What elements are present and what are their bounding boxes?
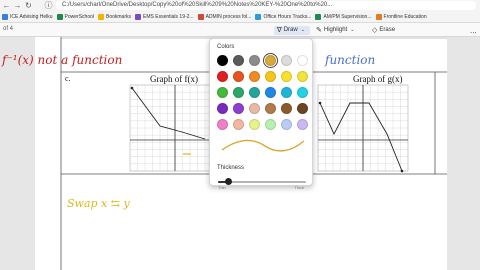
bookmark-item[interactable]: ADMIN process fol... — [197, 13, 252, 20]
bookmark-favicon-icon — [135, 13, 142, 20]
graph-g-title: Graph of g(x) — [353, 74, 403, 84]
thin-label: Thin — [218, 185, 226, 190]
draw-button[interactable]: ∇ Draw ⌄ — [274, 26, 310, 35]
bookmark-item[interactable]: AM/PM Supervision... — [315, 13, 372, 20]
color-swatch[interactable] — [265, 119, 276, 130]
color-swatch[interactable] — [265, 55, 276, 66]
thickness-slider-thumb[interactable] — [225, 178, 233, 185]
color-swatch[interactable] — [281, 119, 292, 130]
file-icon: ⓘ — [44, 1, 53, 10]
bookmark-favicon-icon — [255, 13, 262, 20]
bookmark-label: ADMIN process fol... — [205, 13, 252, 20]
highlight-button[interactable]: ✎ Highlight ⌄ — [316, 26, 356, 35]
color-swatch[interactable] — [281, 87, 292, 98]
color-swatch[interactable] — [217, 87, 228, 98]
color-swatch[interactable] — [233, 103, 244, 114]
page-indicator: of 4 — [3, 26, 14, 32]
bookmark-favicon-icon — [56, 13, 63, 20]
bookmark-favicon-icon — [375, 13, 382, 20]
url-field[interactable]: C:/Users/charl/OneDrive/Desktop/Copy%20o… — [56, 1, 476, 10]
pen-color-picker: Colors Thickness Thin Thick — [209, 38, 313, 190]
stroke-preview — [221, 139, 305, 152]
color-swatch-grid — [217, 55, 309, 130]
cell-label: c. — [65, 74, 71, 83]
back-icon[interactable]: ← — [2, 1, 11, 10]
chevron-down-icon: ⌄ — [350, 27, 355, 33]
graph-f-point — [130, 86, 134, 90]
color-swatch[interactable] — [297, 87, 308, 98]
refresh-icon[interactable]: ↻ — [24, 1, 33, 10]
bookmark-label: Office Hours Tracks... — [263, 13, 312, 20]
bookmark-item[interactable]: EMS Essentials 19-2... — [135, 13, 194, 20]
bookmark-favicon-icon — [315, 13, 322, 20]
color-swatch[interactable] — [281, 55, 292, 66]
color-swatch[interactable] — [265, 103, 276, 114]
highlight-label: Highlight — [323, 27, 348, 33]
chevron-down-icon: ⌄ — [300, 27, 305, 33]
color-swatch[interactable] — [249, 119, 260, 130]
colors-label: Colors — [217, 44, 235, 50]
bookmark-favicon-icon — [98, 13, 104, 20]
forward-icon[interactable]: → — [13, 1, 22, 10]
color-swatch[interactable] — [297, 103, 308, 114]
color-swatch[interactable] — [249, 71, 260, 82]
bookmark-favicon-icon — [2, 13, 8, 20]
graph-g-point — [400, 169, 404, 173]
thickness-slider[interactable] — [218, 178, 306, 186]
color-swatch[interactable] — [217, 71, 228, 82]
color-swatch[interactable] — [249, 55, 260, 66]
bookmark-label: Bookmarks — [106, 13, 132, 20]
bookmark-item[interactable]: Office Hours Tracks... — [255, 13, 312, 20]
more-button[interactable]: ... — [470, 26, 477, 35]
bookmark-label: ICE Advising Helku — [10, 13, 53, 20]
bookmark-item[interactable]: ICE Advising Helku — [2, 13, 53, 20]
color-swatch[interactable] — [233, 119, 244, 130]
bookmark-label: AM/PM Supervision... — [323, 13, 372, 20]
graph-f-title: Graph of f(x) — [150, 74, 198, 84]
graph-g-line — [319, 102, 403, 172]
address-bar-row: ← → ↻ ⓘ C:/Users/charl/OneDrive/Desktop/… — [0, 0, 480, 11]
bookmark-item[interactable]: Bookmarks — [98, 13, 132, 20]
pen-icon: ∇ — [277, 27, 282, 34]
color-swatch[interactable] — [297, 119, 308, 130]
highlighter-icon: ✎ — [316, 27, 322, 34]
bookmark-item[interactable]: PowerSchool — [56, 13, 94, 20]
bookmark-favicon-icon — [197, 13, 204, 20]
color-swatch[interactable] — [281, 71, 292, 82]
bookmark-label: PowerSchool — [64, 13, 94, 20]
bookmark-label: Frontline Education — [383, 13, 427, 20]
color-swatch[interactable] — [249, 87, 260, 98]
color-swatch[interactable] — [217, 55, 228, 66]
thick-label: Thick — [294, 185, 304, 190]
graph-g-point — [318, 101, 322, 105]
color-swatch[interactable] — [297, 55, 308, 66]
color-swatch[interactable] — [233, 71, 244, 82]
bookmarks-bar: ICE Advising Helku PowerSchool Bookmarks EM… — [0, 11, 480, 23]
color-swatch[interactable] — [249, 103, 260, 114]
pdf-toolbar: of 4 ∇ Draw ⌄ ✎ Highlight ⌄ ◇ Erase ... — [0, 23, 480, 37]
draw-label: Draw — [283, 27, 298, 33]
color-swatch[interactable] — [217, 103, 228, 114]
color-swatch[interactable] — [297, 71, 308, 82]
color-swatch[interactable] — [233, 55, 244, 66]
erase-label: Erase — [379, 27, 396, 33]
thickness-label: Thickness — [217, 165, 245, 171]
color-swatch[interactable] — [281, 103, 292, 114]
app-window: ← → ↻ ⓘ C:/Users/charl/OneDrive/Desktop/… — [0, 0, 480, 270]
color-swatch[interactable] — [233, 87, 244, 98]
erase-button[interactable]: ◇ Erase — [372, 26, 395, 35]
color-swatch[interactable] — [265, 71, 276, 82]
color-swatch[interactable] — [265, 87, 276, 98]
bookmark-label: EMS Essentials 19-2... — [143, 13, 194, 20]
bookmark-item[interactable]: Frontline Education — [375, 13, 427, 20]
eraser-icon: ◇ — [372, 27, 378, 34]
color-swatch[interactable] — [217, 119, 228, 130]
